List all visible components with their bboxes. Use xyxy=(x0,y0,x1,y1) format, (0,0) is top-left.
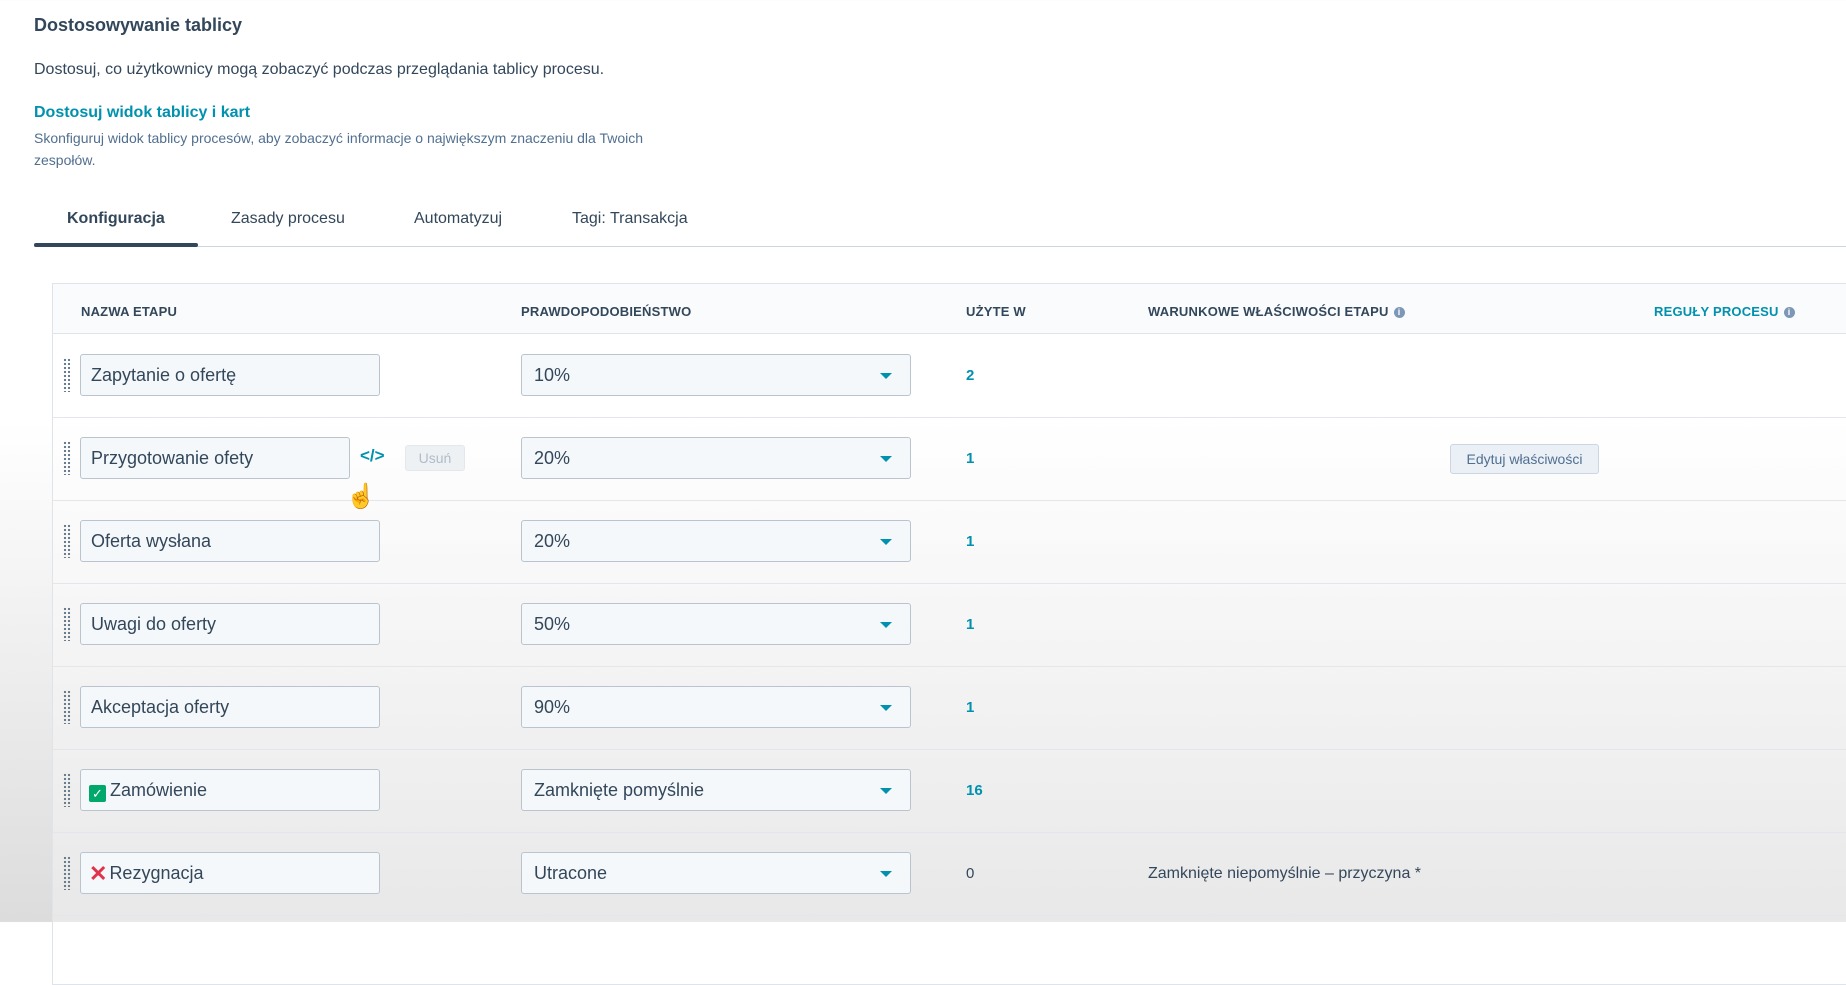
tab-tagi-transakcja[interactable]: Tagi: Transakcja xyxy=(572,210,688,228)
table-row: Zapytanie o ofertę 10% 2 xyxy=(53,334,1846,418)
col-conditional-label: WARUNKOWE WŁAŚCIWOŚCI ETAPU xyxy=(1148,304,1389,319)
stage-name-input[interactable]: Oferta wysłana xyxy=(80,520,380,562)
stage-name-input[interactable]: ✓ Zamówienie xyxy=(80,769,380,811)
chevron-down-icon xyxy=(880,871,892,877)
tab-bar: Konfiguracja Zasady procesu Automatyzuj … xyxy=(34,196,1846,247)
used-in-count[interactable]: 1 xyxy=(966,450,974,467)
probability-value: 20% xyxy=(534,448,571,468)
stage-name-input[interactable]: Zapytanie o ofertę xyxy=(80,354,380,396)
col-stage-name: NAZWA ETAPU xyxy=(81,304,178,319)
drag-handle-icon[interactable] xyxy=(63,441,71,475)
chevron-down-icon xyxy=(880,622,892,628)
used-in-count: 0 xyxy=(966,865,975,882)
info-icon[interactable]: i xyxy=(1783,307,1795,318)
stage-name-input[interactable]: ✕ Rezygnacja xyxy=(80,852,380,894)
drag-handle-icon[interactable] xyxy=(63,358,71,392)
drag-handle-icon[interactable] xyxy=(63,773,71,807)
conditional-property: Zamknięte niepomyślnie – przyczyna * xyxy=(1148,865,1422,882)
table-row: ✕ Rezygnacja Utracone 0 Zamknięte niepomy… xyxy=(53,832,1846,916)
chevron-down-icon xyxy=(880,456,892,462)
stages-table: NAZWA ETAPU PRAWDOPODOBIEŃSTWO UŻYTE W W… xyxy=(52,283,1846,985)
probability-value: Zamknięte pomyślnie xyxy=(534,780,705,800)
active-tab-indicator xyxy=(34,243,198,247)
probability-select[interactable]: 50% xyxy=(521,603,911,645)
customize-view-link[interactable]: Dostosuj widok tablicy i kart xyxy=(34,104,250,122)
table-row: Uwagi do oferty 50% 1 xyxy=(53,583,1846,667)
probability-select[interactable]: 20% xyxy=(521,437,911,479)
col-probability: PRAWDOPODOBIEŃSTWO xyxy=(521,304,692,319)
used-in-count[interactable]: 2 xyxy=(966,367,974,384)
customize-view-description: Skonfiguruj widok tablicy procesów, aby … xyxy=(34,130,644,168)
probability-value: 50% xyxy=(534,614,571,634)
stage-name-input[interactable]: Przygotowanie ofety xyxy=(80,437,350,479)
table-row: Oferta wysłana 20% 1 xyxy=(53,500,1846,584)
edit-properties-button[interactable]: Edytuj właściwości xyxy=(1450,444,1599,474)
chevron-down-icon xyxy=(880,705,892,711)
tab-konfiguracja[interactable]: Konfiguracja xyxy=(67,210,165,228)
probability-value: 90% xyxy=(534,697,571,717)
used-in-count[interactable]: 1 xyxy=(966,533,974,550)
stage-name-text: Zamówienie xyxy=(110,780,208,800)
table-row: ✓ Zamówienie Zamknięte pomyślnie 16 xyxy=(53,749,1846,833)
page-description: Dostosuj, co użytkownicy mogą zobaczyć p… xyxy=(34,61,605,78)
drag-handle-icon[interactable] xyxy=(63,607,71,641)
drag-handle-icon[interactable] xyxy=(63,690,71,724)
probability-value: 20% xyxy=(534,531,571,551)
table-row: Akceptacja oferty 90% 1 xyxy=(53,666,1846,750)
x-icon: ✕ xyxy=(89,861,108,886)
code-icon[interactable]: </> xyxy=(360,446,385,466)
probability-select[interactable]: Zamknięte pomyślnie xyxy=(521,769,911,811)
page-title: Dostosowywanie tablicy xyxy=(34,15,243,35)
col-process-rules[interactable]: REGUŁY PROCESU i xyxy=(1654,304,1795,319)
probability-select[interactable]: 20% xyxy=(521,520,911,562)
used-in-count[interactable]: 1 xyxy=(966,699,974,716)
stage-name-input[interactable]: Uwagi do oferty xyxy=(80,603,380,645)
used-in-count[interactable]: 16 xyxy=(966,782,983,799)
used-in-count[interactable]: 1 xyxy=(966,616,974,633)
probability-value: Utracone xyxy=(534,863,608,883)
drag-handle-icon[interactable] xyxy=(63,524,71,558)
chevron-down-icon xyxy=(880,373,892,379)
table-row: Przygotowanie ofety </> Usuń 20% 1 Edytu… xyxy=(53,417,1846,501)
tab-automatyzuj[interactable]: Automatyzuj xyxy=(414,210,502,228)
check-icon: ✓ xyxy=(89,785,106,802)
table-header: NAZWA ETAPU PRAWDOPODOBIEŃSTWO UŻYTE W W… xyxy=(53,284,1846,334)
drag-handle-icon[interactable] xyxy=(63,856,71,890)
probability-value: 10% xyxy=(534,365,571,385)
info-icon[interactable]: i xyxy=(1393,307,1405,318)
probability-select[interactable]: Utracone xyxy=(521,852,911,894)
col-conditional-properties: WARUNKOWE WŁAŚCIWOŚCI ETAPU i xyxy=(1148,304,1405,319)
probability-select[interactable]: 90% xyxy=(521,686,911,728)
col-rules-label: REGUŁY PROCESU xyxy=(1654,304,1779,319)
chevron-down-icon xyxy=(880,539,892,545)
delete-button[interactable]: Usuń xyxy=(405,445,465,471)
probability-select[interactable]: 10% xyxy=(521,354,911,396)
stage-name-text: Rezygnacja xyxy=(109,863,204,883)
stage-name-input[interactable]: Akceptacja oferty xyxy=(80,686,380,728)
hand-cursor-icon: ☝ xyxy=(346,483,376,510)
tab-zasady-procesu[interactable]: Zasady procesu xyxy=(231,210,345,228)
col-used-in: UŻYTE W xyxy=(966,304,1026,319)
chevron-down-icon xyxy=(880,788,892,794)
